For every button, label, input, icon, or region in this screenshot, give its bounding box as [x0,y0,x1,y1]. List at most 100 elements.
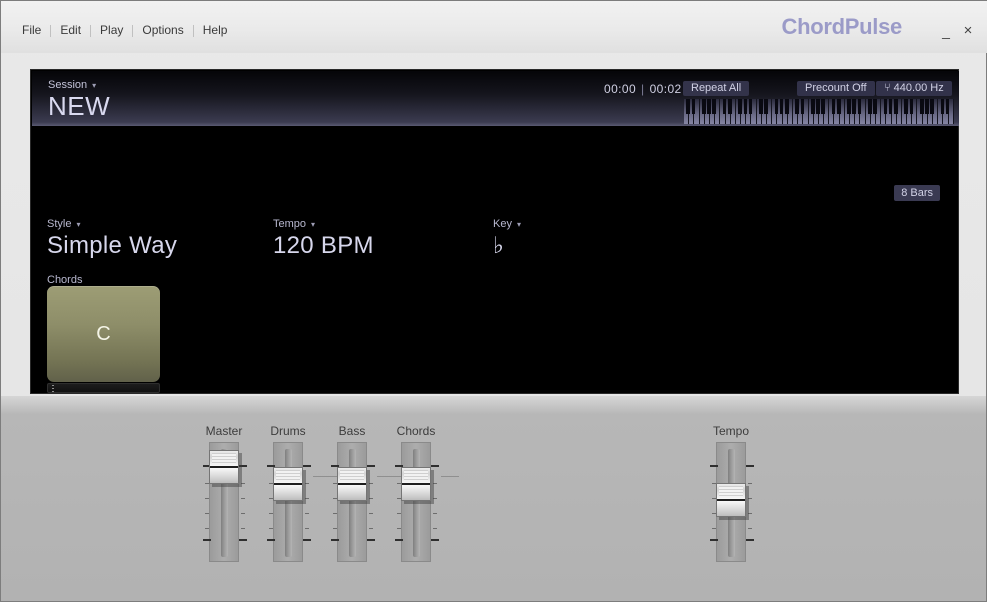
tuning-button[interactable]: ⑂ 440.00 Hz [876,81,952,96]
piano-black-key [764,99,768,114]
piano-black-key [883,99,888,114]
piano-black-key [893,99,898,114]
piano-black-key [795,99,800,114]
piano-black-key [727,99,732,114]
tick-top [710,465,754,467]
menu-item-options[interactable]: Options [133,22,192,39]
piano-black-key [868,99,872,114]
piano-black-key [857,99,862,114]
tick [269,528,309,529]
fader-knob-tempo[interactable] [716,483,746,517]
minimize-button[interactable]: _ [937,22,955,40]
tick [269,513,309,514]
piano-black-key [748,99,753,114]
chords-label: Chords [47,274,83,286]
tick [333,528,373,529]
piano-black-key [847,99,851,114]
menu-item-help[interactable]: Help [194,22,237,39]
time-display: 00:00 | 00:02 [604,82,682,96]
tick-bottom [331,539,375,541]
tempo-label-row: Tempo ▾ [273,218,374,230]
piano-black-key [712,99,717,114]
chord-handle-icon [52,385,54,392]
piano-black-key [774,99,779,114]
chevron-down-icon: ▾ [76,219,81,229]
tick [205,513,245,514]
fader-knob-chords[interactable] [401,467,431,501]
tick-bottom [267,539,311,541]
channel-label-chords: Chords [396,424,436,438]
fader-knob-bass[interactable] [337,467,367,501]
session-label: Session [48,79,88,91]
piano-black-key [888,99,893,114]
channel-tempo: Tempo [701,424,761,562]
menu-item-edit[interactable]: Edit [51,22,90,39]
piano-black-key [785,99,789,114]
piano-black-key [810,99,815,114]
tick [712,528,752,529]
chevron-down-icon: ▾ [516,219,521,229]
key-label: Key [493,218,512,230]
tick-bottom [395,539,439,541]
precount-button[interactable]: Precount Off [797,81,875,96]
fader-knob-master[interactable] [209,450,239,484]
elapsed-time: 00:00 [604,82,637,96]
piano-black-key [702,99,706,114]
piano-black-key [686,99,691,114]
chevron-down-icon: ▾ [92,80,97,90]
session-name: NEW [48,91,111,121]
tick-bottom [710,539,754,541]
title-bar: File Edit Play Options Help ChordPulse _… [1,1,987,53]
tick [205,498,245,499]
piano-black-key [707,99,711,114]
piano-black-key [691,99,696,114]
total-time: 00:02 [649,82,682,96]
piano-black-key [816,99,820,114]
piano-black-key [743,99,748,114]
fader-track-master[interactable] [203,442,247,562]
close-button[interactable]: × [959,22,977,40]
piano-black-key [722,99,727,114]
style-label-row: Style ▾ [47,218,177,230]
style-selector[interactable]: Style ▾ Simple Way [47,218,177,260]
tempo-selector[interactable]: Tempo ▾ 120 BPM [273,218,374,260]
session-menu[interactable]: Session ▾ [48,79,96,91]
bars-badge[interactable]: 8 Bars [894,185,940,201]
menu-item-file[interactable]: File [13,22,50,39]
piano-black-key [904,99,908,114]
piano-keyboard-strip[interactable] [684,99,954,124]
piano-black-key [779,99,784,114]
fader-track-drums[interactable] [267,442,311,562]
tick [333,513,373,514]
piano-black-key [821,99,825,114]
tick [205,528,245,529]
repeat-mode-button[interactable]: Repeat All [683,81,750,96]
key-selector[interactable]: Key ▾ ♭ [493,218,521,259]
piano-black-key [800,99,805,114]
fader-knob-drums[interactable] [273,467,303,501]
piano-black-key [940,99,945,114]
channel-drums: Drums [258,424,318,562]
tick-bottom [203,539,247,541]
piano-black-key [836,99,841,114]
tuning-fork-icon: ⑂ [884,82,891,94]
fader-track-chords[interactable] [395,442,439,562]
style-value: Simple Way [47,232,178,259]
fader-track-bass[interactable] [331,442,375,562]
tick [397,528,437,529]
chord-block[interactable]: C [47,286,160,382]
channel-chords: Chords [386,424,446,562]
key-label-row: Key ▾ [493,218,521,230]
tick [397,513,437,514]
tempo-value: 120 BPM [273,232,374,259]
channel-label-tempo: Tempo [712,424,750,438]
piano-black-key [831,99,836,114]
tuning-value: 440.00 Hz [893,82,944,94]
chord-timeline-bar[interactable] [47,383,160,393]
fader-track-tempo[interactable] [710,442,754,562]
piano-black-key [919,99,924,114]
channel-master: Master [194,424,254,562]
menu-item-play[interactable]: Play [91,22,132,39]
mixer-panel: ◀ Master Drums [1,396,986,601]
channel-bass: Bass [322,424,382,562]
